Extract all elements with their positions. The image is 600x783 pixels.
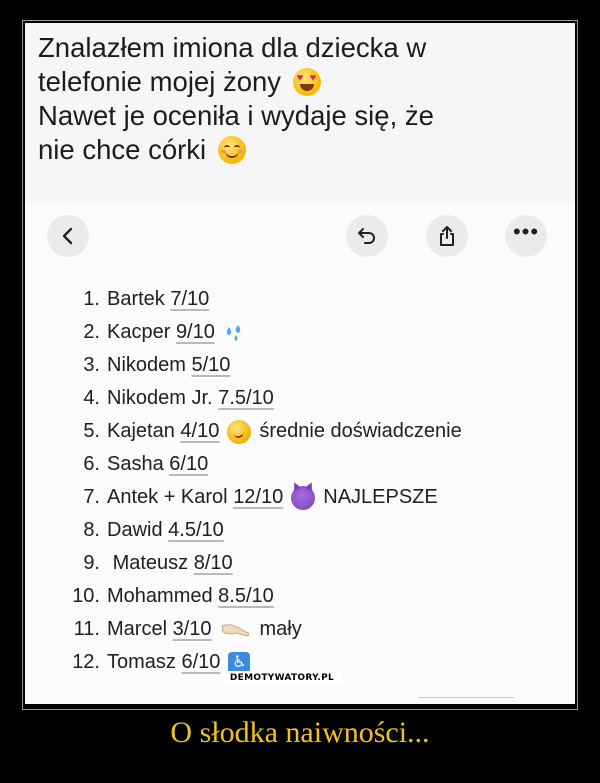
pinching-hand-icon — [220, 623, 249, 637]
list-item: 2. Kacper 9/10 — [55, 316, 565, 349]
more-dots-icon: ••• — [512, 219, 540, 244]
undo-button[interactable] — [346, 215, 388, 257]
more-button[interactable]: ••• — [505, 215, 547, 257]
poster-title: O słodka naiwności... — [170, 716, 430, 749]
caption-line-2: telefonie mojej żony — [38, 66, 282, 97]
list-item: 6. Sasha 6/10 — [83, 453, 209, 475]
notes-toolbar: ••• — [25, 203, 575, 263]
list-item: 4. Nikodem Jr. 7.5/10 — [83, 387, 274, 409]
list-item: 8. Dawid 4.5/10 — [83, 519, 224, 541]
smiling-blush-emoji-icon — [217, 136, 246, 164]
post-caption: Znalazłem imiona dla dziecka w telefonie… — [38, 31, 565, 167]
brand-watermark: DEMOTYWATORY.PL — [222, 671, 342, 685]
back-button[interactable] — [47, 215, 89, 257]
share-button[interactable] — [426, 215, 468, 257]
heart-eyes-emoji-icon: ♥ ♥ — [292, 68, 321, 96]
names-list: 1. Bartek 7/10 2. Kacper 9/10 3. Nikodem… — [55, 283, 565, 679]
sweat-droplets-icon — [226, 324, 241, 341]
devil-face-icon — [291, 485, 316, 510]
list-item: 1. Bartek 7/10 — [83, 288, 210, 310]
undo-icon — [358, 228, 375, 244]
list-item: 9. Mateusz 8/10 — [83, 552, 233, 574]
list-item: 11. Marcel 3/10 mały — [73, 618, 302, 640]
screenshot-area: Znalazłem imiona dla dziecka w telefonie… — [25, 23, 575, 704]
notes-screen: ••• 1. Bartek 7/10 2. Kacper 9/10 3. Nik… — [25, 203, 575, 704]
caption-line-3: Nawet je oceniła i wydaje się, że — [38, 100, 434, 131]
list-item: 7. Antek + Karol 12/10 NAJLEPSZE — [83, 485, 438, 510]
smirk-face-icon — [227, 419, 252, 444]
caption-line-4: nie chce córki — [38, 134, 207, 165]
list-item: 5. Kajetan 4/10 średnie doświadczenie — [83, 419, 462, 444]
chevron-left-icon — [62, 227, 73, 245]
share-icon — [440, 226, 454, 246]
caption-line-1: Znalazłem imiona dla dziecka w — [38, 32, 427, 63]
divider-line — [418, 697, 514, 698]
list-item: 10. Mohammed 8.5/10 — [72, 585, 274, 607]
list-item: 3. Nikodem 5/10 — [83, 354, 231, 376]
